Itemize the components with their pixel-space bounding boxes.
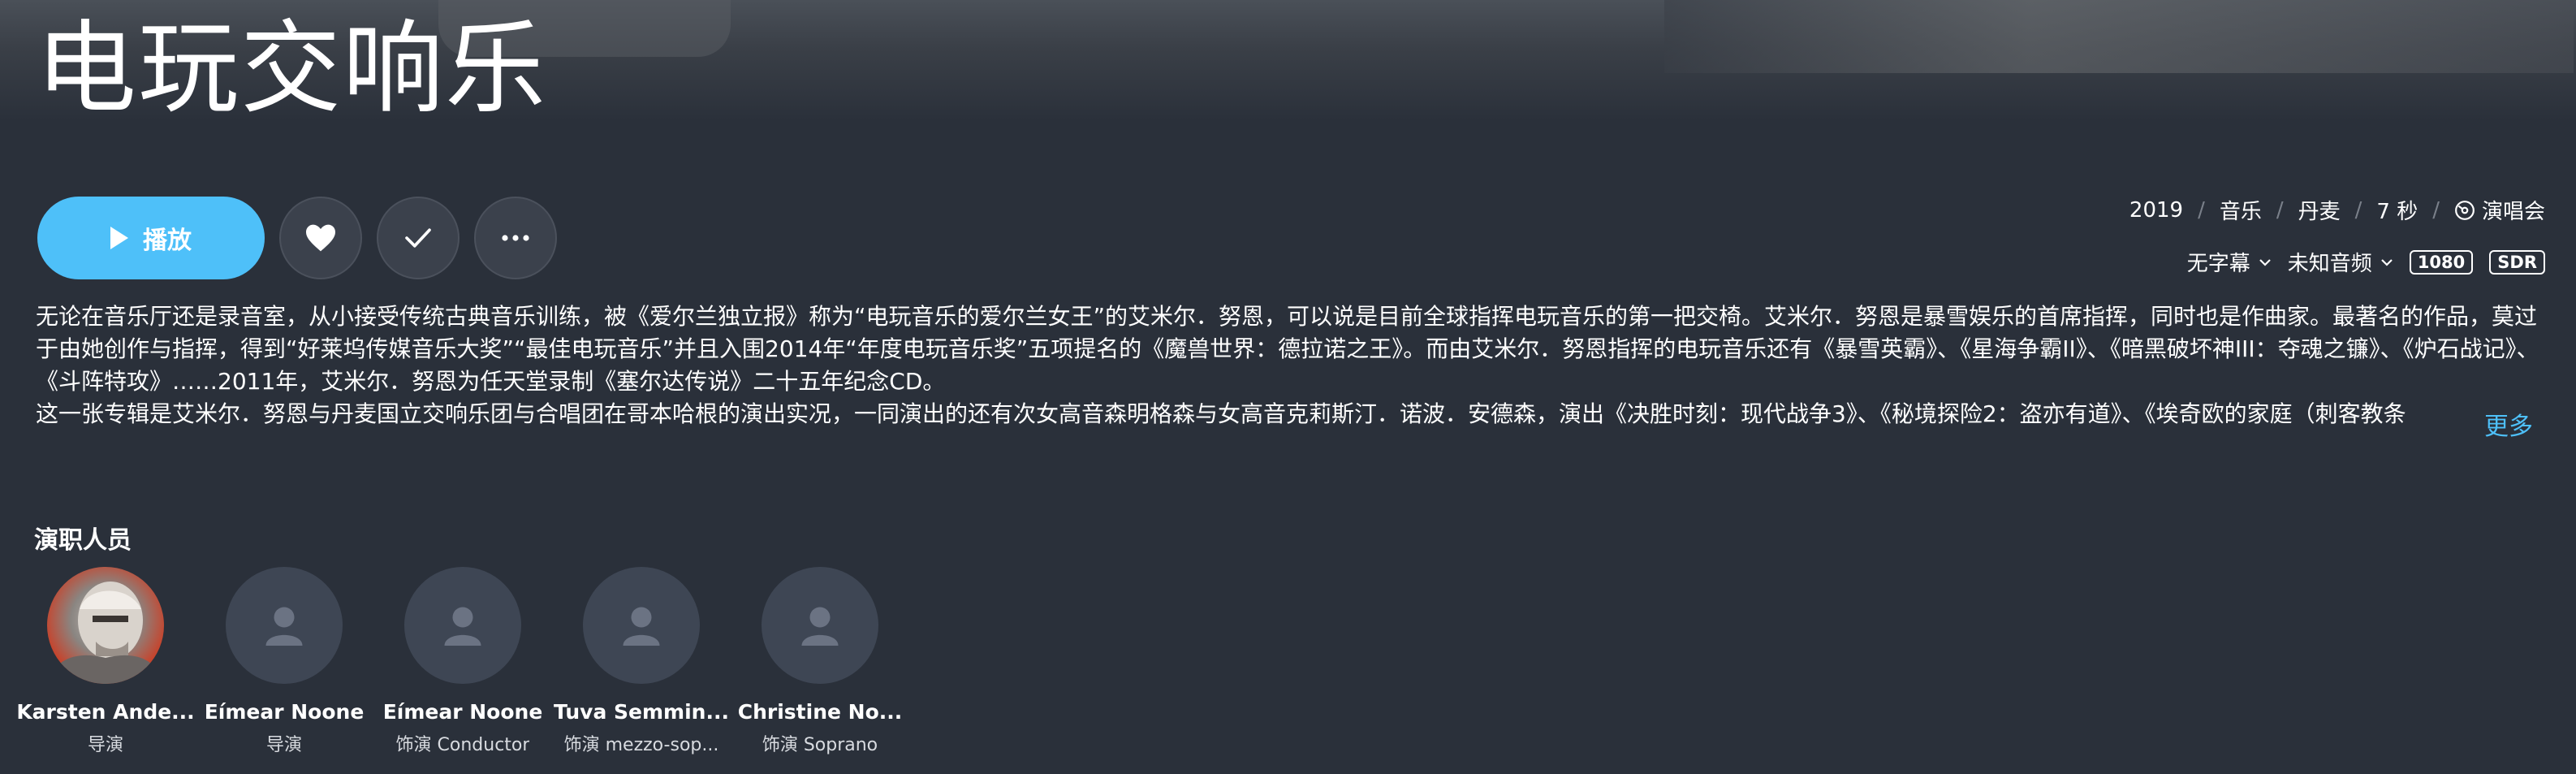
stream-options: 无字幕 未知音频 1080 SDR — [2187, 247, 2545, 277]
meta-info: 2019 / 音乐 / 丹麦 / 7 秒 / 演唱会 — [2129, 195, 2545, 225]
person-icon — [265, 607, 303, 646]
cast-role: 饰演 Soprano — [762, 735, 878, 755]
cast-name: Christine No... — [737, 700, 903, 724]
cast-role: 饰演 Conductor — [395, 735, 530, 755]
heart-icon — [306, 224, 335, 252]
separator: / — [2198, 197, 2205, 223]
cast-role: 饰演 mezzo-sop... — [563, 735, 719, 755]
chevron-down-icon — [2259, 258, 2271, 266]
avatar — [47, 567, 164, 684]
person-icon — [801, 607, 839, 646]
more-link[interactable]: 更多 — [2484, 406, 2533, 442]
audio-value: 未知音频 — [2287, 252, 2372, 276]
play-icon — [110, 227, 128, 249]
dynamic-range-badge: SDR — [2489, 249, 2545, 275]
avatar — [404, 567, 521, 684]
year: 2019 — [2129, 197, 2184, 223]
overview-paragraph: 这一张专辑是艾米尔．努恩与丹麦国立交响乐团与合唱团在哥本哈根的演出实况，一同演出… — [36, 400, 2406, 427]
cast-list: Karsten Ande... 导演 Eímear Noone 导演 Eímea… — [16, 567, 909, 756]
cast-name: Eímear Noone — [382, 700, 543, 724]
person-icon — [623, 607, 660, 646]
cast-role: 导演 — [265, 735, 302, 755]
mark-watched-button[interactable] — [377, 197, 460, 279]
genre-link[interactable]: 音乐 — [2220, 195, 2262, 225]
chevron-down-icon — [2381, 258, 2393, 266]
person-photo — [47, 582, 164, 684]
subtitle-dropdown[interactable]: 无字幕 — [2187, 247, 2272, 277]
cast-section-title: 演职人员 — [34, 526, 132, 555]
concert-icon — [2455, 200, 2475, 220]
cast-card[interactable]: Tuva Semmin... 饰演 mezzo-sop... — [552, 567, 731, 756]
content-type-label: 演唱会 — [2481, 200, 2545, 224]
content-type: 演唱会 — [2454, 195, 2545, 225]
more-options-button[interactable] — [474, 197, 557, 279]
cast-card[interactable]: Eímear Noone 饰演 Conductor — [373, 567, 552, 756]
cast-card[interactable]: Eímear Noone 导演 — [195, 567, 373, 756]
cast-card[interactable]: Christine No... 饰演 Soprano — [731, 567, 909, 756]
separator: / — [2432, 197, 2440, 223]
separator: / — [2354, 197, 2362, 223]
play-label: 播放 — [143, 227, 192, 255]
cast-name: Tuva Semmin... — [554, 700, 729, 724]
resolution-badge: 1080 — [2409, 249, 2474, 275]
overview: 无论在音乐厅还是录音室，从小接受传统古典音乐训练，被《爱尔兰独立报》称为“电玩音… — [36, 301, 2544, 430]
detail-page: 电玩交响乐 播放 2019 / 音乐 / 丹麦 / 7 秒 / 演唱会 无字幕 … — [0, 0, 2576, 774]
more-icon — [502, 235, 529, 241]
page-title: 电玩交响乐 — [36, 11, 548, 128]
audio-dropdown[interactable]: 未知音频 — [2288, 247, 2393, 277]
cast-card[interactable]: Karsten Ande... 导演 — [16, 567, 195, 756]
avatar — [583, 567, 700, 684]
subtitle-value: 无字幕 — [2186, 252, 2250, 276]
favorite-button[interactable] — [279, 197, 362, 279]
cast-name: Karsten Ande... — [16, 700, 195, 724]
avatar — [226, 567, 343, 684]
overview-paragraph: 无论在音乐厅还是录音室，从小接受传统古典音乐训练，被《爱尔兰独立报》称为“电玩音… — [36, 303, 2539, 395]
cast-name: Eímear Noone — [204, 700, 365, 724]
separator: / — [2276, 197, 2284, 223]
action-bar: 播放 — [37, 197, 557, 279]
person-icon — [444, 607, 481, 646]
avatar — [762, 567, 878, 684]
country-link[interactable]: 丹麦 — [2298, 195, 2341, 225]
check-icon — [405, 228, 431, 248]
duration: 7 秒 — [2376, 200, 2419, 224]
play-button[interactable]: 播放 — [37, 197, 265, 279]
cast-role: 导演 — [87, 735, 123, 755]
